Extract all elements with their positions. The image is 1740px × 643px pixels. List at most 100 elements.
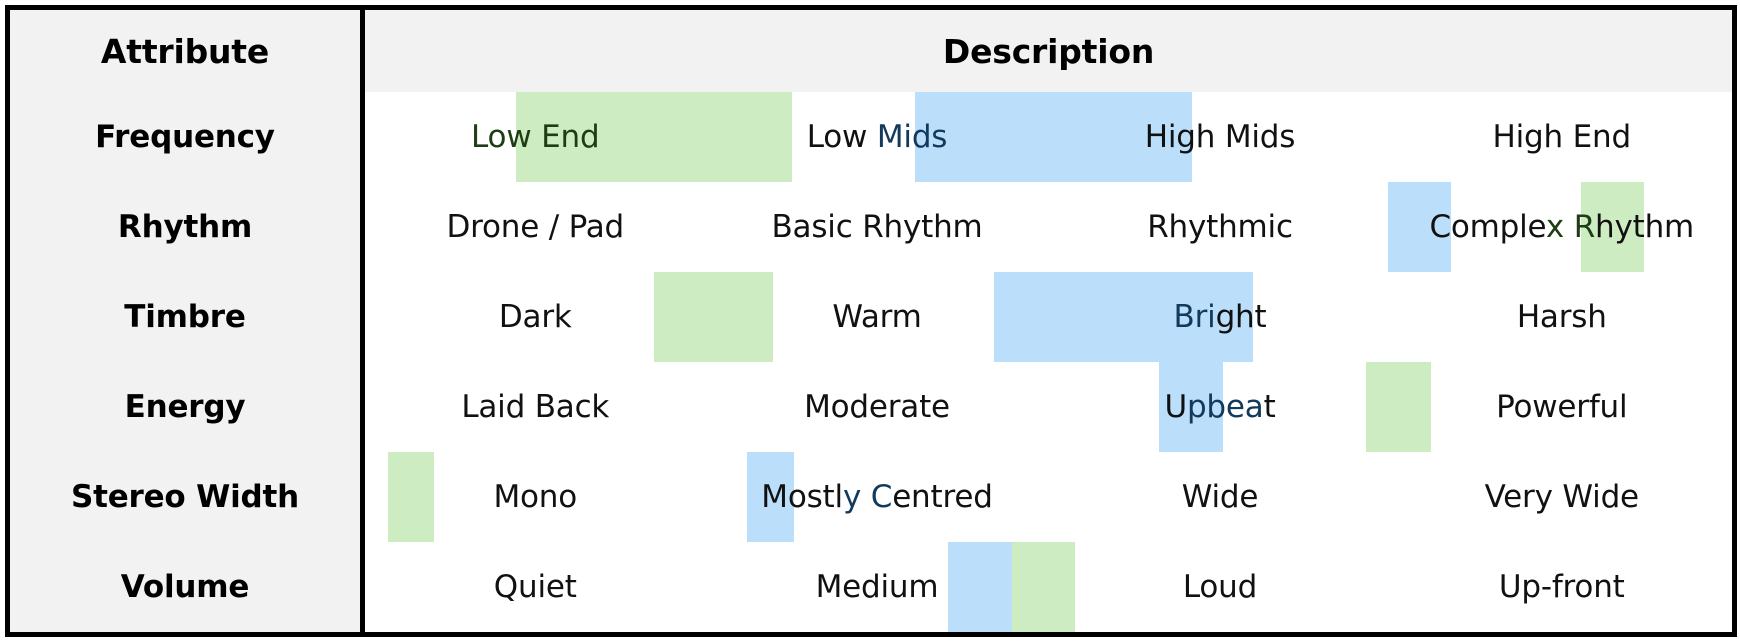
text-segment: Powerful — [1496, 389, 1628, 425]
description-label: Complex Rhythm — [1429, 209, 1694, 245]
description-cell: Mono — [362, 452, 794, 542]
text-segment: Laid Back — [461, 389, 610, 425]
attribute-label: Energy — [124, 389, 246, 425]
description-label: Up-front — [1499, 569, 1625, 605]
text-segment: High End — [1492, 119, 1632, 155]
description-cell: Bright — [1048, 272, 1392, 362]
description-cell: Basic Rhythm — [705, 182, 1049, 272]
attribute-label: Timbre — [124, 299, 246, 335]
header-label-description: Description — [942, 31, 1155, 71]
description-cell: Harsh — [1391, 272, 1735, 362]
attribute-cell-timbre: Timbre — [7, 272, 365, 362]
text-segment: Mono — [493, 479, 578, 515]
text-segment: Low End — [471, 119, 600, 155]
text-segment: Medium — [815, 569, 939, 605]
text-segment: Very Wide — [1484, 479, 1640, 515]
description-label: Low End — [471, 119, 600, 155]
highlight-marker-green — [388, 452, 434, 542]
attribute-label: Stereo Width — [70, 479, 300, 515]
description-label: Moderate — [804, 389, 950, 425]
description-label: Mostly Centred — [761, 479, 993, 515]
description-cell: Medium — [705, 542, 1049, 635]
attribute-cell-rhythm: Rhythm — [7, 182, 365, 272]
description-label: Low Mids — [807, 119, 948, 155]
description-label: Wide — [1182, 479, 1259, 515]
text-segment: Moderate — [804, 389, 950, 425]
text-segment: Quiet — [493, 569, 577, 605]
description-cell: Warm — [705, 272, 1049, 362]
text-segment: Bri — [1173, 299, 1216, 335]
description-cell: High End — [1391, 92, 1735, 182]
text-segment: Mostl — [761, 479, 843, 515]
description-cell: Moderate — [705, 362, 1049, 452]
text-segment: Drone / Pad — [446, 209, 625, 245]
text-segment: entred — [892, 479, 993, 515]
text-segment: Mids — [876, 119, 948, 155]
description-label: Drone / Pad — [446, 209, 624, 245]
text-segment: Comple — [1429, 209, 1546, 245]
text-segment: High Mids — [1144, 119, 1296, 155]
description-cell: Complex Rhythm — [1391, 182, 1735, 272]
description-cell: Quiet — [362, 542, 1075, 635]
table-row: Volume Quiet Medium Loud Up-front — [7, 542, 1735, 635]
text-segment: ght — [1215, 299, 1267, 335]
description-cell: Low Mids — [705, 92, 1049, 182]
table-row: Energy Laid Back Moderate Upbeat Powerful — [7, 362, 1735, 452]
description-label: Very Wide — [1484, 479, 1640, 515]
description-cell: Very Wide — [1391, 452, 1735, 542]
table-row: Rhythm Drone / Pad Basic Rhythm Rhythmic Com… — [7, 182, 1735, 272]
header-cell-attribute: Attribute — [7, 7, 365, 92]
description-label: Warm — [832, 299, 921, 335]
attribute-description-table-wrapper: Attribute Description Frequency Low End Lo… — [0, 5, 1740, 643]
description-label: Basic Rhythm — [771, 209, 982, 245]
description-label: Harsh — [1517, 299, 1607, 335]
description-label: Medium — [816, 569, 939, 605]
description-label: High End — [1492, 119, 1632, 155]
description-label: Mono — [493, 479, 577, 515]
attribute-cell-frequency: Frequency — [7, 92, 365, 182]
description-cell: Low End — [362, 92, 1192, 182]
text-segment: Warm — [832, 299, 922, 335]
attribute-label: Frequency — [95, 119, 275, 155]
attribute-cell-stereo-width: Stereo Width — [7, 452, 365, 542]
description-label: Dark — [499, 299, 572, 335]
description-cell: Rhythmic — [1048, 182, 1392, 272]
description-label: Powerful — [1496, 389, 1628, 425]
description-label: Loud — [1183, 569, 1257, 605]
description-cell: Dark — [362, 272, 1253, 362]
description-cell: High Mids — [1048, 92, 1392, 182]
header-cell-description: Description — [362, 7, 1735, 92]
attribute-cell-volume: Volume — [7, 542, 365, 635]
attribute-description-table: Attribute Description Frequency Low End Lo… — [5, 5, 1737, 637]
description-label: High Mids — [1145, 119, 1296, 155]
attribute-cell-energy: Energy — [7, 362, 365, 452]
header-label-attribute: Attribute — [100, 31, 270, 71]
text-segment: Dark — [498, 299, 572, 335]
table-row: Stereo Width Mono Mostly Centred Wide Very W… — [7, 452, 1735, 542]
description-cell: Wide — [1048, 452, 1392, 542]
description-cell: Loud — [1048, 542, 1392, 635]
text-segment: Wide — [1181, 479, 1259, 515]
text-segment: x R — [1545, 209, 1596, 245]
description-label: Quiet — [494, 569, 577, 605]
description-label: Upbeat — [1164, 389, 1275, 425]
text-segment: t — [1263, 389, 1276, 425]
text-segment: U — [1164, 389, 1187, 425]
text-segment: hythm — [1595, 209, 1695, 245]
attribute-label: Volume — [120, 569, 250, 605]
table-header-row: Attribute Description — [7, 7, 1735, 92]
text-segment: Harsh — [1516, 299, 1607, 335]
description-label: Laid Back — [461, 389, 609, 425]
table-row: Timbre Dark Warm Bright Harsh — [7, 272, 1735, 362]
description-cell: Up-front — [1391, 542, 1735, 635]
description-cell: Powerful — [1391, 362, 1735, 452]
text-segment: Up-front — [1498, 569, 1625, 605]
description-label: Rhythmic — [1147, 209, 1293, 245]
description-cell: Drone / Pad — [362, 182, 1644, 272]
table-row: Frequency Low End Low Mids High Mids High En… — [7, 92, 1735, 182]
text-segment: Loud — [1182, 569, 1258, 605]
description-cell: Laid Back — [362, 362, 1431, 452]
text-segment: Basic Rhythm — [771, 209, 983, 245]
text-segment: Rhythmic — [1147, 209, 1293, 245]
text-segment: y C — [842, 479, 893, 515]
